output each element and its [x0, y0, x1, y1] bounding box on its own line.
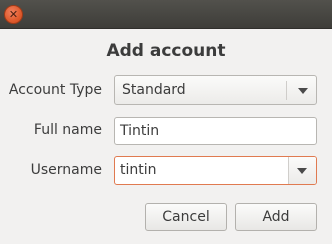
- close-icon: ✕: [8, 8, 19, 21]
- username-value: tintin: [120, 162, 157, 178]
- window-titlebar: ✕: [0, 0, 332, 29]
- username-label: Username: [30, 162, 102, 178]
- dialog-title: Add account: [106, 41, 226, 61]
- account-type-select[interactable]: Standard: [114, 75, 317, 105]
- account-type-label: Account Type: [8, 82, 102, 98]
- add-button[interactable]: Add: [235, 203, 317, 231]
- full-name-value: Tintin: [120, 123, 160, 139]
- full-name-field[interactable]: Tintin: [114, 117, 317, 145]
- chevron-down-icon: [298, 88, 308, 94]
- close-button[interactable]: ✕: [4, 5, 23, 24]
- combo-separator: [286, 81, 287, 100]
- chevron-down-icon: [297, 168, 307, 174]
- full-name-label: Full name: [33, 122, 102, 138]
- username-dropdown-button[interactable]: [288, 157, 316, 184]
- username-field[interactable]: tintin: [114, 156, 317, 185]
- cancel-button[interactable]: Cancel: [145, 203, 227, 231]
- account-type-value: Standard: [122, 82, 186, 98]
